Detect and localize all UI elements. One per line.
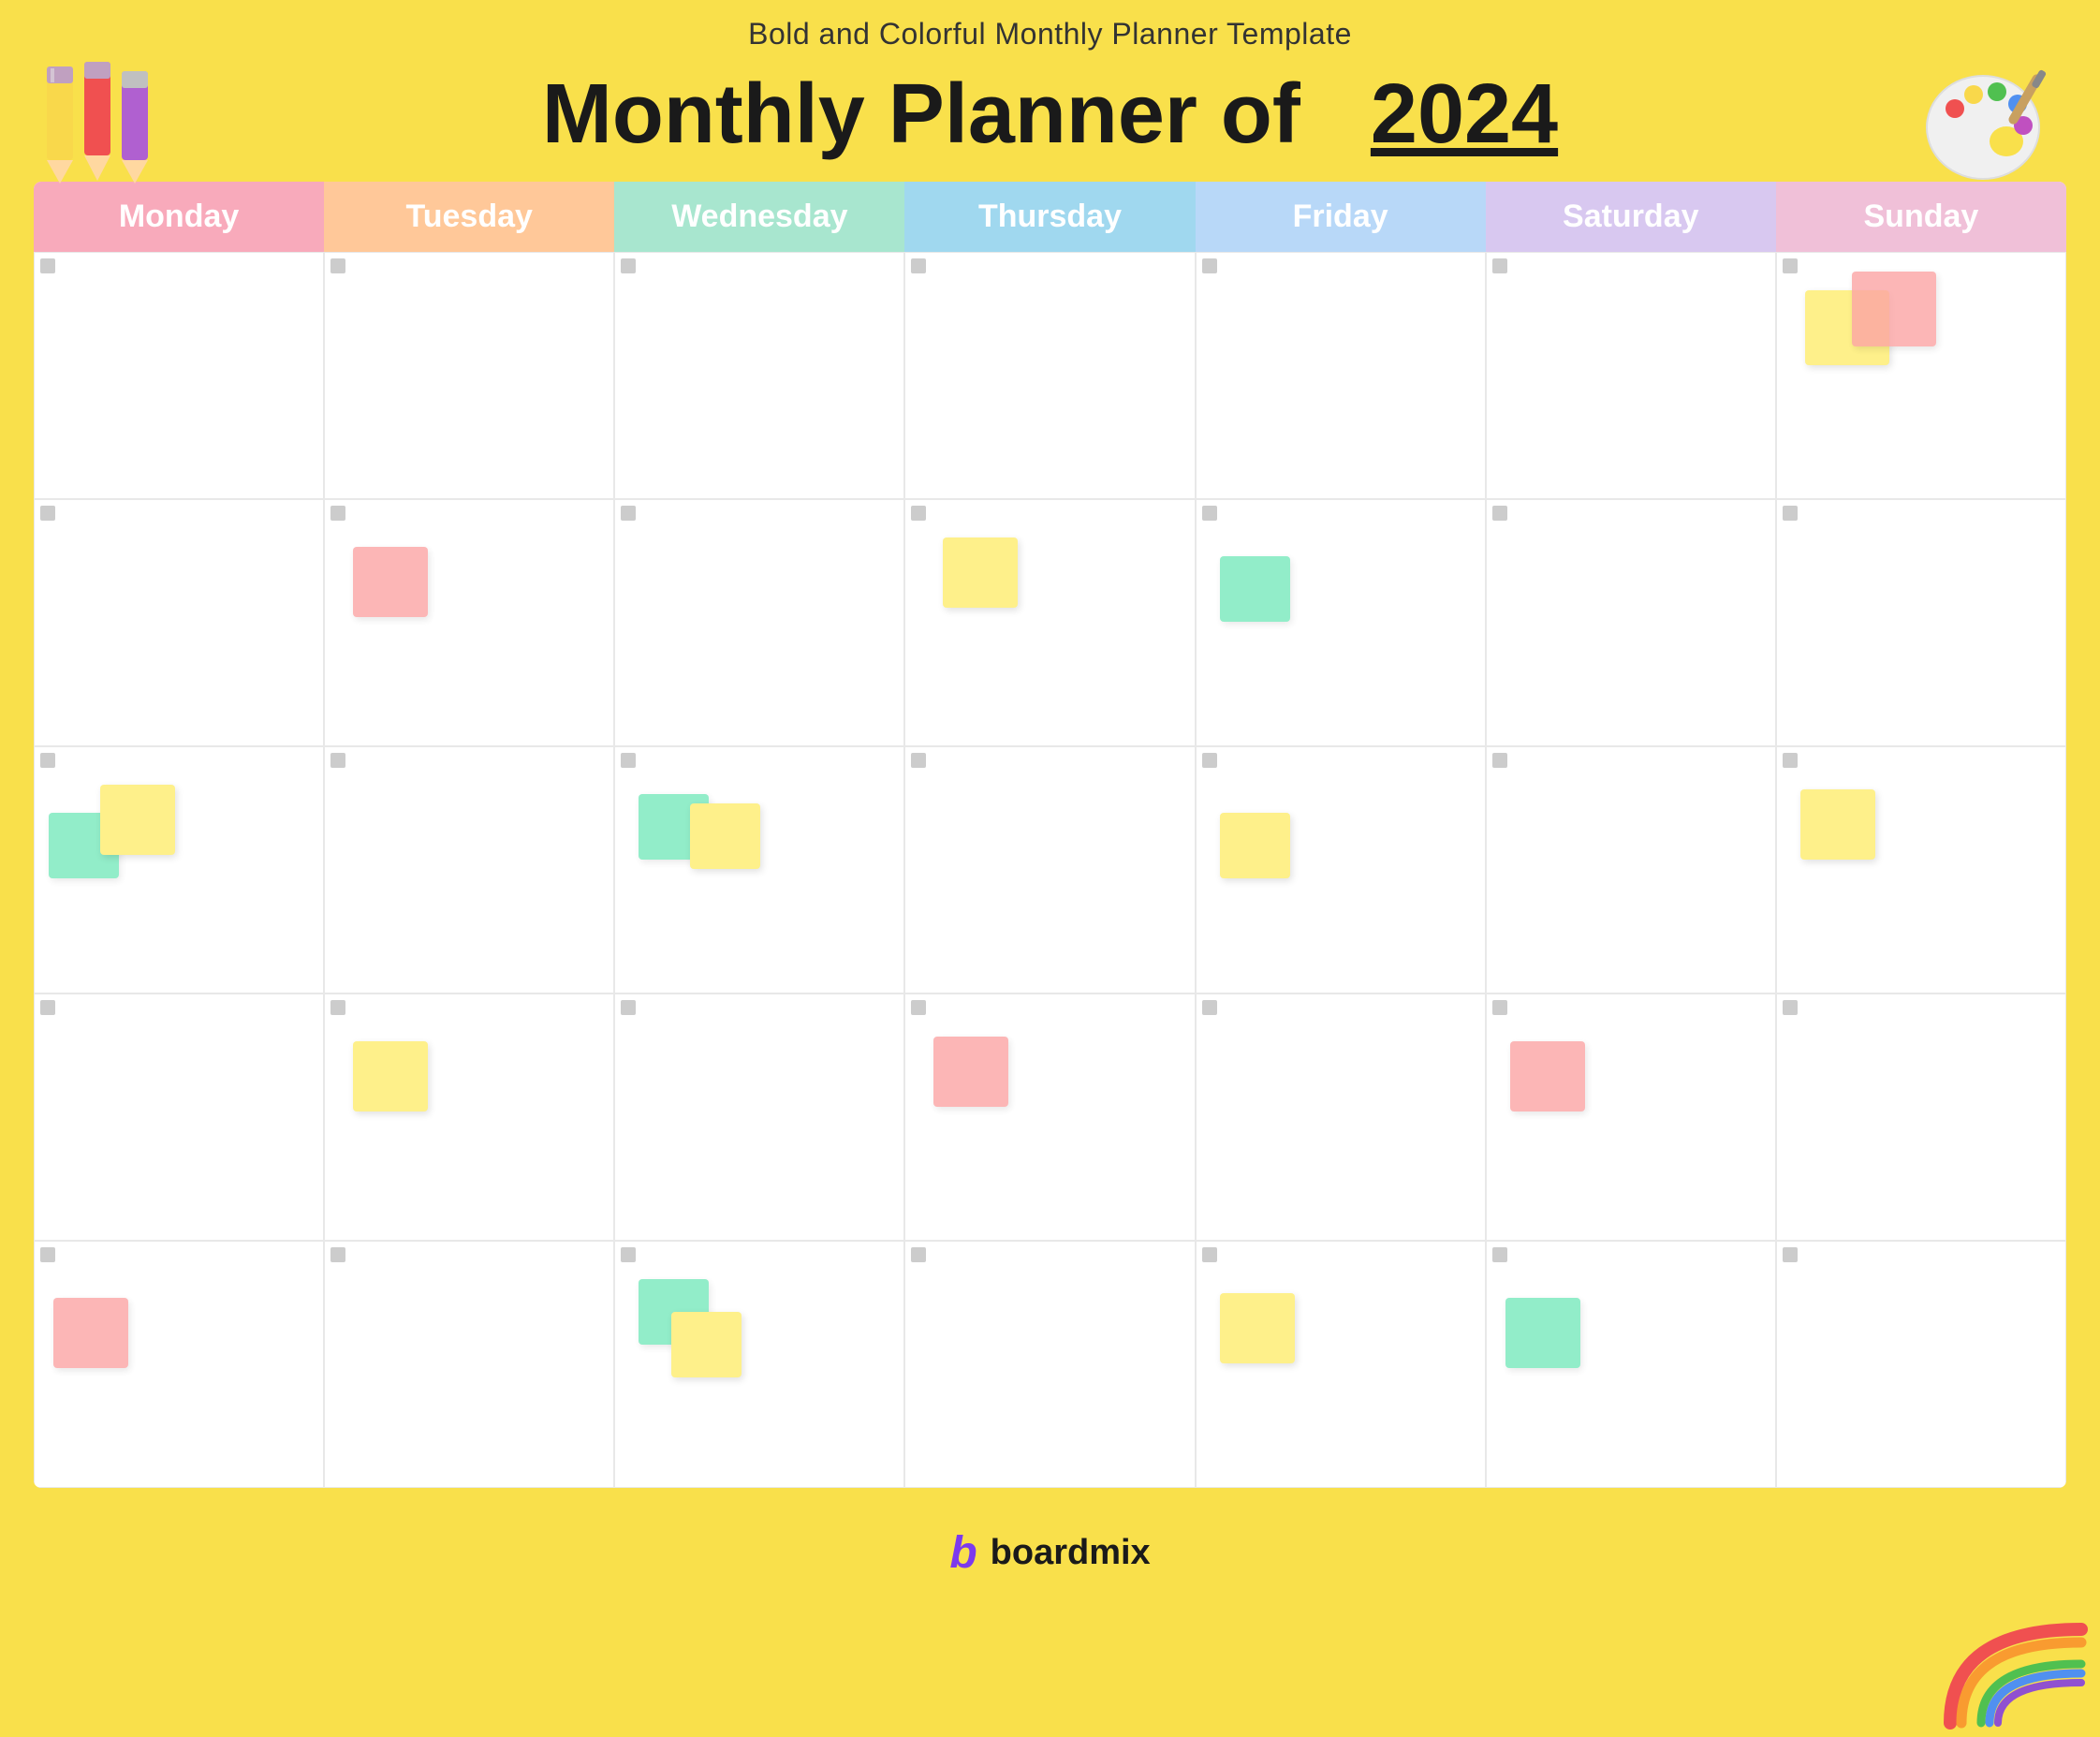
sticky-note (690, 803, 760, 869)
pencils-decoration (37, 57, 183, 193)
cal-cell-r3-c7 (1776, 746, 2066, 994)
boardmix-logo-icon: b (949, 1527, 977, 1579)
sticky-note (1510, 1041, 1585, 1111)
cal-cell-r2-c2 (324, 499, 614, 746)
sticky-note (1220, 1293, 1295, 1363)
sticky-note (1800, 789, 1875, 860)
cal-cell-r4-c5 (1196, 994, 1486, 1241)
sticky-note (943, 537, 1018, 608)
sticky-note (353, 547, 428, 617)
sticky-note (1505, 1298, 1580, 1368)
cal-cell-r1-c3 (614, 252, 904, 499)
sticky-note (353, 1041, 428, 1111)
cal-cell-r3-c1 (34, 746, 324, 994)
day-headers: Monday Tuesday Wednesday Thursday Friday… (34, 182, 2066, 252)
calendar-grid (34, 252, 2066, 1488)
header-title: Monthly Planner of 2024 (542, 66, 1558, 163)
header-tuesday: Tuesday (324, 182, 614, 252)
cal-cell-r5-c7 (1776, 1241, 2066, 1488)
cal-cell-r1-c1 (34, 252, 324, 499)
brand-name: boardmix (991, 1533, 1151, 1573)
cal-cell-r5-c5 (1196, 1241, 1486, 1488)
cal-cell-r3-c4 (904, 746, 1195, 994)
cal-cell-r2-c6 (1486, 499, 1776, 746)
cal-cell-r2-c4 (904, 499, 1195, 746)
header-friday: Friday (1196, 182, 1486, 252)
cal-cell-r5-c4 (904, 1241, 1195, 1488)
top-banner: Bold and Colorful Monthly Planner Templa… (0, 0, 2100, 57)
sticky-note (1220, 813, 1290, 878)
cal-cell-r5-c3 (614, 1241, 904, 1488)
cal-cell-r3-c2 (324, 746, 614, 994)
cal-cell-r5-c6 (1486, 1241, 1776, 1488)
cal-cell-r4-c6 (1486, 994, 1776, 1241)
cal-cell-r3-c6 (1486, 746, 1776, 994)
cal-cell-r3-c3 (614, 746, 904, 994)
sticky-note (671, 1312, 742, 1377)
cal-cell-r4-c4 (904, 994, 1195, 1241)
cal-cell-r2-c1 (34, 499, 324, 746)
sticky-note (1220, 556, 1290, 622)
header-area: Monthly Planner of 2024 (0, 57, 2100, 182)
cal-cell-r4-c3 (614, 994, 904, 1241)
cal-cell-r1-c4 (904, 252, 1195, 499)
cal-cell-r2-c5 (1196, 499, 1486, 746)
palette-decoration (1913, 52, 2063, 198)
cal-cell-r4-c7 (1776, 994, 2066, 1241)
cal-cell-r2-c3 (614, 499, 904, 746)
sticky-note (100, 785, 175, 855)
cal-cell-r4-c1 (34, 994, 324, 1241)
cal-cell-r1-c5 (1196, 252, 1486, 499)
banner-title: Bold and Colorful Monthly Planner Templa… (748, 17, 1352, 51)
cal-cell-r1-c7 (1776, 252, 2066, 499)
footer: b boardmix (0, 1507, 2100, 1594)
header-wednesday: Wednesday (614, 182, 904, 252)
cal-cell-r2-c7 (1776, 499, 2066, 746)
sticky-note (1852, 272, 1936, 346)
sticky-note (53, 1298, 128, 1368)
header-thursday: Thursday (904, 182, 1195, 252)
header-saturday: Saturday (1486, 182, 1776, 252)
rainbow-decoration (1941, 1620, 2072, 1714)
cal-cell-r1-c6 (1486, 252, 1776, 499)
cal-cell-r5-c1 (34, 1241, 324, 1488)
calendar: Monday Tuesday Wednesday Thursday Friday… (34, 182, 2066, 1488)
cal-cell-r3-c5 (1196, 746, 1486, 994)
cal-cell-r4-c2 (324, 994, 614, 1241)
sticky-note (933, 1037, 1008, 1107)
cal-cell-r1-c2 (324, 252, 614, 499)
cal-cell-r5-c2 (324, 1241, 614, 1488)
